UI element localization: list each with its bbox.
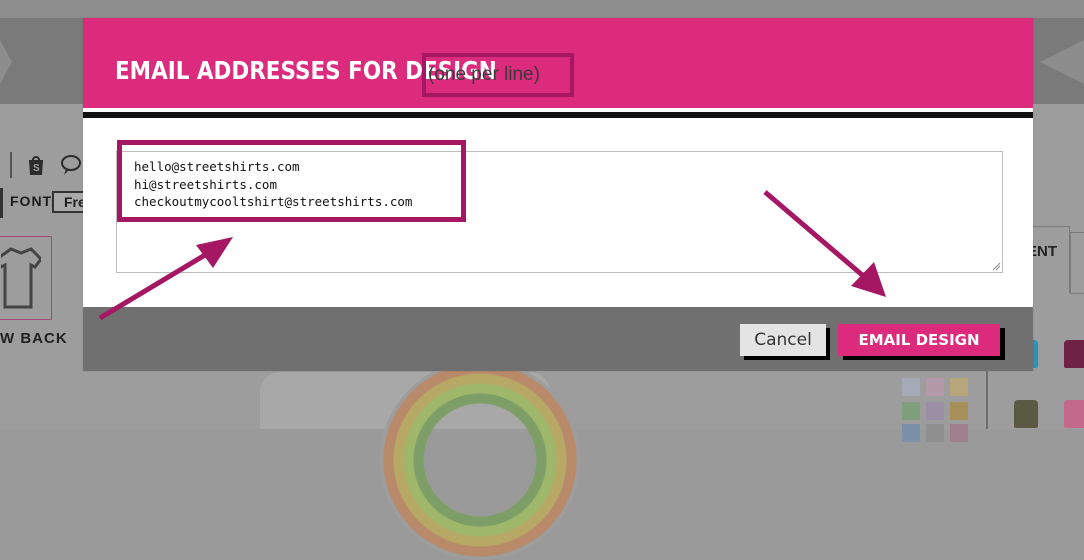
font-label: FONT: (10, 193, 57, 209)
color-swatch[interactable] (902, 424, 920, 442)
color-swatch[interactable] (926, 424, 944, 442)
toolbar-divider (10, 152, 12, 178)
header-divider (83, 112, 1033, 118)
cancel-button[interactable]: Cancel (740, 324, 826, 356)
speech-bubble-icon (60, 154, 82, 181)
annotation-highlight-box (117, 140, 466, 222)
email-design-modal: EMAIL ADDRESSES FOR DESIGN (one per line… (83, 18, 1033, 371)
color-swatch[interactable] (926, 378, 944, 396)
color-swatch[interactable] (926, 402, 944, 420)
shirt-color-thumbnail[interactable] (1064, 340, 1084, 368)
rainbow-graphic (380, 360, 580, 560)
right-panel-tab[interactable] (1070, 232, 1084, 294)
email-design-button[interactable]: EMAIL DESIGN (838, 324, 1000, 356)
shirt-color-thumbnail[interactable] (1064, 400, 1084, 428)
shirt-view-thumbnail[interactable] (0, 236, 52, 320)
resize-grip-icon[interactable] (991, 261, 1001, 271)
tshirt-icon (1, 247, 41, 309)
annotation-highlight-box (422, 53, 574, 97)
color-swatch[interactable] (950, 402, 968, 420)
color-swatch[interactable] (902, 378, 920, 396)
svg-text:S: S (33, 163, 40, 174)
shirt-color-thumbnail[interactable] (1014, 400, 1038, 428)
modal-footer: Cancel EMAIL DESIGN (83, 307, 1033, 371)
shopify-bag-icon: S (26, 154, 46, 181)
banner-next-chevron-icon (1040, 40, 1084, 84)
app-top-bar (0, 0, 1084, 18)
banner-prev-chevron-icon (0, 40, 12, 84)
view-back-label[interactable]: W BACK (0, 330, 68, 347)
color-swatch[interactable] (950, 378, 968, 396)
modal-header: EMAIL ADDRESSES FOR DESIGN (one per line… (83, 18, 1033, 108)
toolbar-divider (0, 188, 3, 218)
color-swatch[interactable] (902, 402, 920, 420)
color-swatch[interactable] (950, 424, 968, 442)
